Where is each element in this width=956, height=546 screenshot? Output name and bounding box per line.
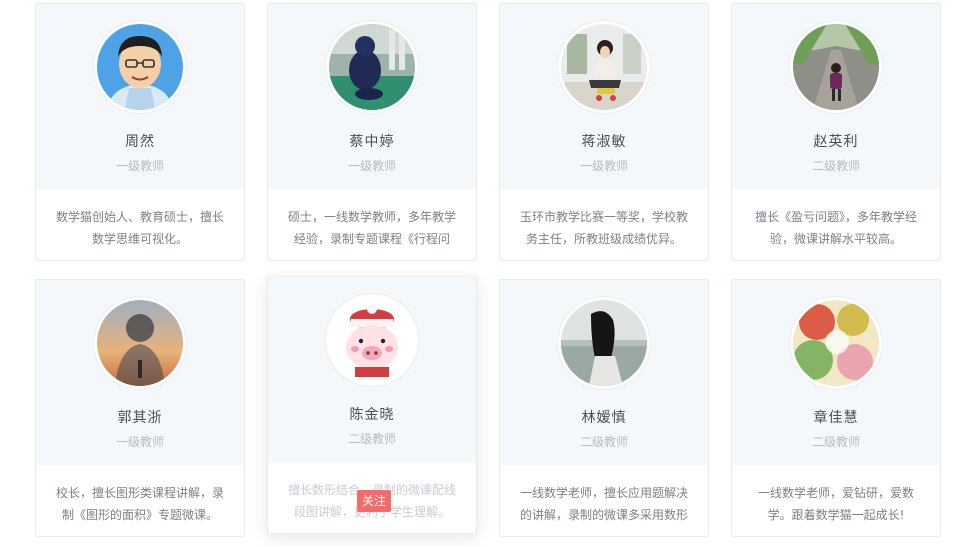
teacher-title: 二级教师 [579,435,628,449]
teacher-title: 二级教师 [811,435,860,449]
teacher-name: 郭其浙 [117,410,163,426]
avatar[interactable] [326,294,418,386]
teacher-description: 擅长《盈亏问题》，多年教学经验，微课讲解水平较高。 [754,210,917,246]
teacher-description: 数学猫创始人、教育硕士，擅长数学思维可视化。 [55,210,224,246]
teacher-card[interactable]: 章佳慧 二级教师 一线数学老师，爱钻研，爱数学。跟着数学猫一起成长! [731,279,941,537]
woman-seaside-avatar-icon [561,300,647,386]
teacher-title: 二级教师 [347,432,396,446]
follow-button[interactable]: 关注 [357,490,391,512]
teacher-description: 一线数学老师，擅长应用题解决的讲解，录制的微课多采用数形 [519,486,688,522]
teacher-name: 蔡中婷 [349,134,395,150]
avatar[interactable] [94,21,186,113]
teacher-name: 赵英利 [813,134,859,150]
teacher-name: 章佳慧 [813,410,859,426]
teacher-description: 硕士，一线数学教师，多年教学经验，录制专题课程《行程问 [287,210,456,246]
teacher-description: 一线数学老师，爱钻研，爱数学。跟着数学猫一起成长! [757,486,914,522]
teacher-card[interactable]: 蒋淑敏 一级教师 玉环市教学比赛一等奖，学校教务主任，所教班级成绩优异。 [499,3,709,261]
colorful-paint-avatar-icon [793,300,879,386]
child-photo-avatar-icon [329,24,415,110]
teacher-card[interactable]: 蔡中婷 一级教师 硕士，一线数学教师，多年教学经验，录制专题课程《行程问 [267,3,477,261]
teacher-name: 陈金晓 [349,407,395,423]
card-header: 章佳慧 二级教师 [732,280,940,465]
avatar[interactable] [790,297,882,389]
teacher-description: 玉环市教学比赛一等奖，学校教务主任，所教班级成绩优异。 [519,210,688,246]
avatar[interactable] [558,21,650,113]
teacher-title: 一级教师 [579,159,628,173]
teacher-grid: 周然 一级教师 数学猫创始人、教育硕士，擅长数学思维可视化。 蔡中婷 一级教师 [0,0,956,546]
card-header: 郭其浙 一级教师 [36,280,244,465]
teacher-title: 二级教师 [811,159,860,173]
card-header: 林嫒慎 二级教师 [500,280,708,465]
cartoon-pig-avatar-icon [329,297,415,383]
teacher-card[interactable]: 周然 一级教师 数学猫创始人、教育硕士，擅长数学思维可视化。 [35,3,245,261]
cartoon-man-avatar-icon [97,24,183,110]
teacher-title: 一级教师 [115,159,164,173]
woman-sitting-avatar-icon [561,24,647,110]
teacher-card[interactable]: 林嫒慎 二级教师 一线数学老师，擅长应用题解决的讲解，录制的微课多采用数形 [499,279,709,537]
teacher-description: 校长，擅长图形类课程讲解，录制《图形的面积》专题微课。 [55,486,224,522]
card-header: 赵英利 二级教师 [732,4,940,189]
card-header: 蔡中婷 一级教师 [268,4,476,189]
silhouette-sunset-avatar-icon [97,300,183,386]
avatar[interactable] [94,297,186,389]
teacher-name: 林嫒慎 [581,410,627,426]
teacher-card[interactable]: 郭其浙 一级教师 校长，擅长图形类课程讲解，录制《图形的面积》专题微课。 [35,279,245,537]
teacher-title: 一级教师 [347,159,396,173]
card-header: 陈金晓 二级教师 [268,277,476,462]
teacher-card[interactable]: 赵英利 二级教师 擅长《盈亏问题》，多年教学经验，微课讲解水平较高。 [731,3,941,261]
girl-walking-avatar-icon [793,24,879,110]
teacher-title: 一级教师 [115,435,164,449]
card-header: 蒋淑敏 一级教师 [500,4,708,189]
teacher-name: 蒋淑敏 [581,134,627,150]
teacher-card[interactable]: 陈金晓 二级教师 擅长数形结合，录制的微课配线段图讲解，更利于学生理解。 关注 [267,276,477,534]
avatar[interactable] [790,21,882,113]
card-header: 周然 一级教师 [36,4,244,189]
teacher-name: 周然 [125,134,155,150]
avatar[interactable] [326,21,418,113]
avatar[interactable] [558,297,650,389]
